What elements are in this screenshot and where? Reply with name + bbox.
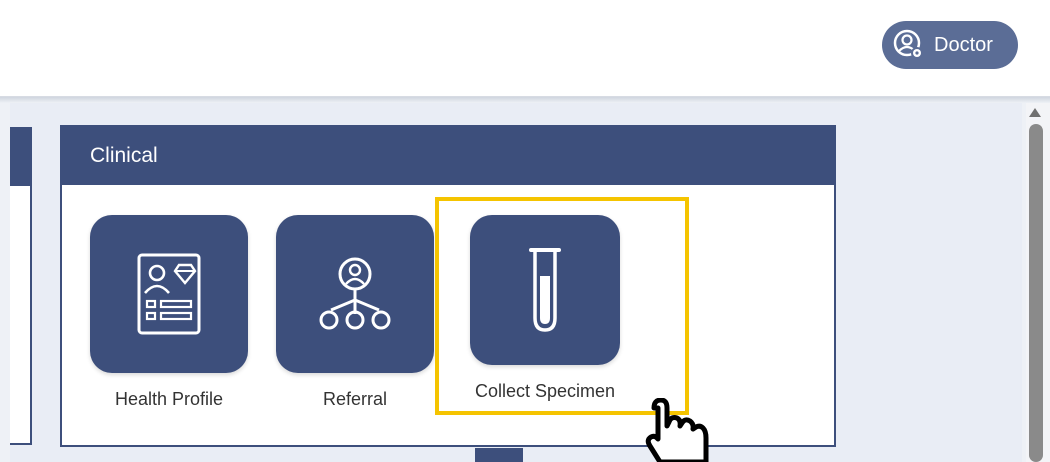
role-label: Doctor [934,33,993,56]
scroll-up-arrow-icon[interactable] [1029,108,1041,117]
user-settings-icon [893,29,923,59]
top-bar: Doctor [0,0,1050,97]
health-profile-tile[interactable] [90,215,248,373]
doctor-role-button[interactable]: Doctor [882,21,1018,69]
previous-panel [10,127,32,445]
referral-icon [319,257,391,330]
health-profile-icon [137,253,201,335]
referral-label: Referral [322,389,388,409]
referral-tile[interactable] [276,215,434,373]
pointing-hand-cursor-icon [645,398,709,462]
previous-panel-header [10,129,30,186]
highlight-box [435,197,689,415]
health-profile-label: Health Profile [114,389,224,409]
scrollbar-thumb[interactable] [1029,124,1043,462]
clinical-panel-title: Clinical [62,127,834,185]
main-content: Clinical Health Profile Referral Collect… [10,103,1022,462]
bottom-tile-edge [475,448,523,462]
